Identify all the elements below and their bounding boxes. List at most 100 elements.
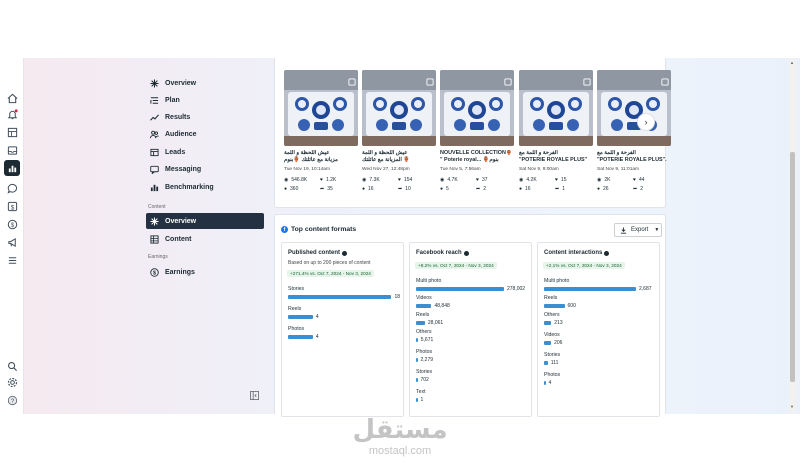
insights-icon[interactable] [4,160,20,176]
app: $ $ ? Overview Plan Results Audience Lea… [0,0,800,470]
heart-icon: ♥ [555,177,558,183]
share-icon: ➦ [320,186,325,192]
info-icon[interactable] [342,250,348,256]
format-row-label: Videos [416,295,432,301]
nav-section-content: Content [148,204,166,210]
format-row-label: Text [416,389,426,395]
post-card[interactable]: عيش اللحظة و اللمة مزيانة مع عائلتك 🏺بنو… [284,70,358,196]
post-likes: ♥ 15 [555,177,567,183]
post-card[interactable]: NOUVELLE COLLECTION🏺 " Poterie royal... … [440,70,514,196]
nav-item-content[interactable]: Content [146,231,264,247]
format-row-label: Others [416,329,432,335]
post-comments: ● 26 [597,186,609,192]
format-row: Reels 4 [288,306,400,320]
nav-item-content-overview[interactable]: Overview [146,213,264,229]
scroll-up-arrow[interactable]: ▲ [790,60,794,65]
nav-item-label: Benchmarking [165,183,214,191]
carousel-next-button[interactable]: › [637,113,655,131]
format-row-bar [416,321,425,325]
download-icon [620,226,627,234]
format-row-bar [544,361,548,365]
collapse-sidebar-icon[interactable] [250,387,259,400]
scrollbar[interactable]: ▲ ▼ [789,58,796,414]
share-icon: ➦ [476,186,481,192]
post-title: عيش اللحظة و اللمة مزيانة مع عائلتك 🏺بنو… [284,150,338,163]
benchmarking-icon [149,182,159,192]
svg-text:$: $ [10,204,14,211]
scroll-down-arrow[interactable]: ▼ [790,404,794,409]
scrollbar-thumb[interactable] [790,152,795,382]
format-row-label: Videos [544,332,560,338]
format-card: Published content Based on up to 200 piec… [281,242,404,417]
top-content-formats-card: f Top content formats Export ▼ Published… [274,214,666,417]
post-likes: ♥ 154 [398,177,412,183]
export-label: Export [631,227,649,233]
facebook-icon: f [281,226,288,233]
nav-item-label: Plan [165,96,180,104]
post-card[interactable]: الفرحة و اللمة مع "POTERIE ROYALE PLUS" … [519,70,593,196]
table-icon[interactable] [6,126,18,138]
chat-icon[interactable] [6,182,18,194]
format-row: Multi photo 2,687 [544,278,656,292]
earnings-icon: $ [149,267,159,277]
inbox-icon[interactable] [6,144,18,156]
menu-icon[interactable] [6,254,18,266]
post-card[interactable]: عيش اللحظة و اللمة المزيانة مع عائلتك 🏺 … [362,70,436,196]
post-thumbnail[interactable] [440,70,514,146]
nav-item-overview[interactable]: Overview [146,75,264,91]
settings-icon[interactable] [6,376,18,388]
post-title: الفرحة و اللمة مع "POTERIE ROYALE PLUS". [597,150,667,163]
megaphone-icon[interactable] [6,236,18,248]
eye-icon: ◉ [440,177,445,183]
format-card-title: Facebook reach [416,250,469,256]
heart-icon: ♥ [633,177,636,183]
nav-item-plan[interactable]: Plan [146,92,264,108]
nav-item-label: Overview [165,217,197,225]
post-reach: ◉ 546.8K [284,177,307,183]
comment-icon: ● [519,186,523,192]
dollar-circle-icon[interactable]: $ [6,218,18,230]
post-thumbnail[interactable] [597,70,671,146]
nav-item-messaging[interactable]: Messaging [146,161,264,177]
format-row-bar [288,295,392,299]
post-comments: ● 5 [440,186,449,192]
bell-icon[interactable] [6,108,18,120]
post-thumbnail[interactable] [362,70,436,146]
post-thumbnail[interactable] [284,70,358,146]
post-likes: ♥ 44 [633,177,645,183]
post-thumbnail[interactable] [519,70,593,146]
format-row-bar [544,381,546,385]
post-type-icon [504,73,513,86]
format-row-bar [544,321,552,325]
format-row-label: Photos [544,372,561,378]
shares-value: 35 [327,186,333,192]
export-button[interactable]: Export ▼ [614,223,662,237]
format-row-value: 2,687 [639,286,652,292]
leads-icon [149,147,159,157]
format-row: Multi photo 278,002 [416,278,528,292]
search-icon[interactable] [6,360,18,372]
info-icon[interactable] [463,250,469,256]
dollar-icon[interactable]: $ [6,200,18,212]
format-row-value: 278,002 [507,286,526,292]
eye-icon: ◉ [597,177,602,183]
post-reach: ◉ 7.3K [362,177,380,183]
format-row-bar [416,398,418,402]
info-icon[interactable] [604,250,610,256]
post-card[interactable]: الفرحة و اللمة مع "POTERIE ROYALE PLUS".… [597,70,671,196]
post-shares: ➦ 2 [633,186,643,192]
comment-icon: ● [284,186,288,192]
home-icon[interactable] [6,92,18,104]
nav-item-earnings[interactable]: $ Earnings [146,264,264,280]
help-icon[interactable]: ? [6,394,18,406]
nav-item-results[interactable]: Results [146,109,264,125]
post-date: Tue Nov 5, 7:56am [440,167,481,172]
format-card-title: Content interactions [544,250,610,256]
reach-value: 546.8K [291,177,308,183]
nav-item-leads[interactable]: Leads [146,144,264,160]
format-row-label: Stories [288,286,305,292]
nav-item-benchmarking[interactable]: Benchmarking [146,179,264,195]
nav-item-audience[interactable]: Audience [146,126,264,142]
format-row-bar [544,341,552,345]
format-row: Stories 111 [544,352,656,366]
